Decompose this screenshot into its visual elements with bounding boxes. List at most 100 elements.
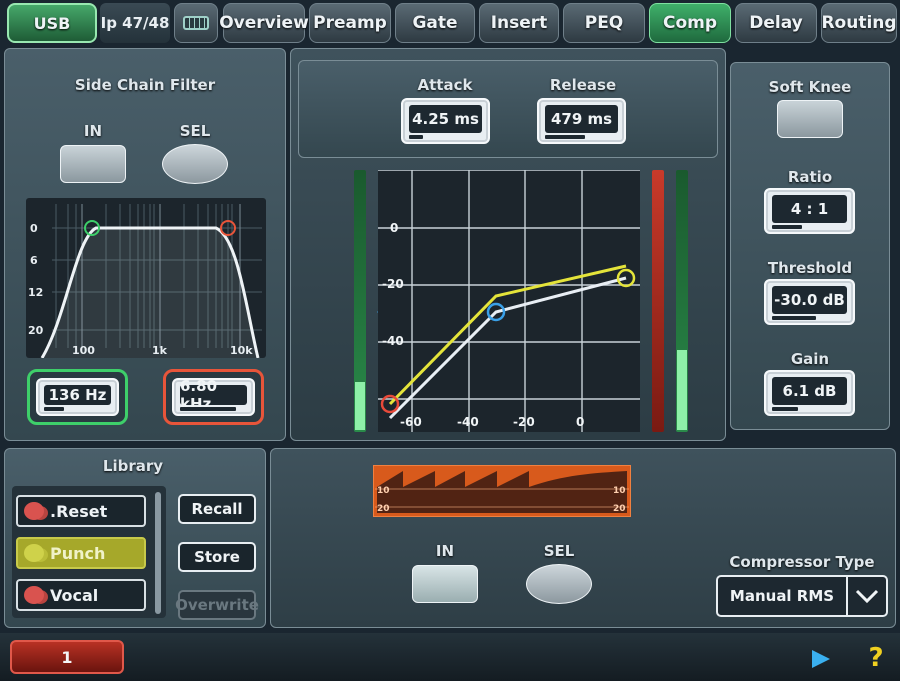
compressor-sel-button[interactable] <box>526 564 592 604</box>
y-tick: 6 <box>30 254 38 267</box>
tab-delay[interactable]: Delay <box>735 3 817 43</box>
attack-control[interactable]: 4.25 ms <box>401 98 490 144</box>
library-item-label: Vocal <box>50 585 99 605</box>
x-tick: -60 <box>400 415 422 429</box>
tab-gate[interactable]: Gate <box>395 3 475 43</box>
preset-icon <box>24 544 44 562</box>
tab-label: Preamp <box>313 13 387 33</box>
store-label: Store <box>194 548 240 566</box>
sidechain-filter-graph[interactable]: 0 6 12 20 100 1k 10k <box>26 198 266 358</box>
y-tick: 20 <box>28 324 44 337</box>
ratio-value: 4 : 1 <box>772 195 847 223</box>
tab-preamp[interactable]: Preamp <box>309 3 391 43</box>
help-icon[interactable]: ? <box>862 641 890 675</box>
tab-label: Insert <box>490 13 548 33</box>
tab-insert[interactable]: Insert <box>479 3 559 43</box>
overwrite-label: Overwrite <box>175 596 259 614</box>
gain-reduction-history: 10 20 10 20 <box>373 465 631 517</box>
library-item[interactable]: .Reset <box>16 495 146 527</box>
input-meter <box>354 170 366 432</box>
lpf-value: 6.80 kHz <box>180 377 247 413</box>
ratio-label: Ratio <box>787 168 833 186</box>
keyboard-icon <box>183 16 209 30</box>
tab-label: PEQ <box>584 13 624 33</box>
hpf-frequency-control[interactable]: 136 Hz <box>27 369 128 425</box>
gr-tick: 20 <box>377 504 390 514</box>
library-item-label: .Reset <box>50 501 108 521</box>
sidechain-in-label: IN <box>83 122 103 140</box>
gr-tick: 10 <box>377 486 390 496</box>
compressor-type-value: Manual RMS <box>729 587 835 605</box>
soft-knee-button[interactable] <box>777 100 843 138</box>
tab-label: Comp <box>662 13 718 33</box>
y-tick: -20 <box>382 277 404 291</box>
gr-tick: 10 <box>613 486 626 496</box>
attack-value: 4.25 ms <box>409 105 482 133</box>
tab-overview[interactable]: Overview <box>219 3 309 43</box>
release-value: 479 ms <box>545 105 618 133</box>
release-control[interactable]: 479 ms <box>537 98 626 144</box>
compressor-type-label: Compressor Type <box>729 553 875 571</box>
usb-button[interactable]: USB <box>7 3 97 43</box>
gain-reduction-meter <box>652 170 664 432</box>
ratio-control[interactable]: 4 : 1 <box>764 188 855 234</box>
timing-panel <box>298 60 718 158</box>
help-label: ? <box>868 643 884 673</box>
usb-label: USB <box>33 13 71 33</box>
tab-label: Routing <box>821 13 897 33</box>
compressor-in-button[interactable] <box>412 565 478 603</box>
threshold-control[interactable]: -30.0 dB <box>764 279 855 325</box>
transfer-curve-graph[interactable]: 0 -20 -40 -60 -40 -20 0 <box>378 170 640 432</box>
library-item-selected[interactable]: Punch <box>16 537 146 569</box>
x-tick: 0 <box>576 415 584 429</box>
hpf-value: 136 Hz <box>44 385 111 405</box>
gain-control[interactable]: 6.1 dB <box>764 370 855 416</box>
release-label: Release <box>549 76 617 94</box>
x-tick: -40 <box>457 415 479 429</box>
tab-routing[interactable]: Routing <box>821 3 897 43</box>
threshold-value: -30.0 dB <box>772 286 847 314</box>
keyboard-button[interactable] <box>174 3 218 43</box>
attack-label: Attack <box>417 76 473 94</box>
sidechain-sel-label: SEL <box>179 122 211 140</box>
sidechain-title: Side Chain Filter <box>74 76 216 94</box>
compressor-type-select[interactable]: Manual RMS <box>716 575 888 617</box>
output-meter <box>676 170 688 432</box>
gain-label: Gain <box>790 350 830 368</box>
x-tick: 1k <box>152 344 168 357</box>
sidechain-in-button[interactable] <box>60 145 126 183</box>
y-tick: -40 <box>382 334 404 348</box>
library-item[interactable]: Vocal <box>16 579 146 611</box>
channel-selector[interactable]: 1 <box>10 640 124 674</box>
recall-button[interactable]: Recall <box>178 494 256 524</box>
gain-value: 6.1 dB <box>772 377 847 405</box>
x-tick: -20 <box>513 415 535 429</box>
sidechain-sel-button[interactable] <box>162 144 228 184</box>
tab-peq[interactable]: PEQ <box>563 3 645 43</box>
y-tick: 12 <box>28 286 43 299</box>
gr-tick: 20 <box>613 504 626 514</box>
tab-comp[interactable]: Comp <box>649 3 731 43</box>
x-tick: 100 <box>72 344 95 357</box>
status-bar <box>0 633 900 681</box>
comp-in-label: IN <box>435 542 455 560</box>
comp-sel-label: SEL <box>543 542 575 560</box>
x-tick: 10k <box>230 344 253 357</box>
library-title: Library <box>102 457 164 475</box>
y-tick: 0 <box>30 222 38 235</box>
tab-label: Overview <box>219 13 309 33</box>
play-icon[interactable] <box>812 650 830 668</box>
preset-icon <box>24 586 44 604</box>
tab-label: Gate <box>412 13 458 33</box>
overwrite-button[interactable]: Overwrite <box>175 590 259 620</box>
threshold-label: Threshold <box>767 259 853 277</box>
y-tick: 0 <box>390 221 398 235</box>
channel-number: 1 <box>61 647 73 667</box>
lpf-frequency-control[interactable]: 6.80 kHz <box>163 369 264 425</box>
preset-icon <box>24 502 44 520</box>
tab-label: Delay <box>749 13 803 33</box>
chevron-down-icon[interactable] <box>846 577 886 615</box>
soft-knee-label: Soft Knee <box>768 78 852 96</box>
library-scrollbar[interactable] <box>155 492 161 614</box>
store-button[interactable]: Store <box>178 542 256 572</box>
